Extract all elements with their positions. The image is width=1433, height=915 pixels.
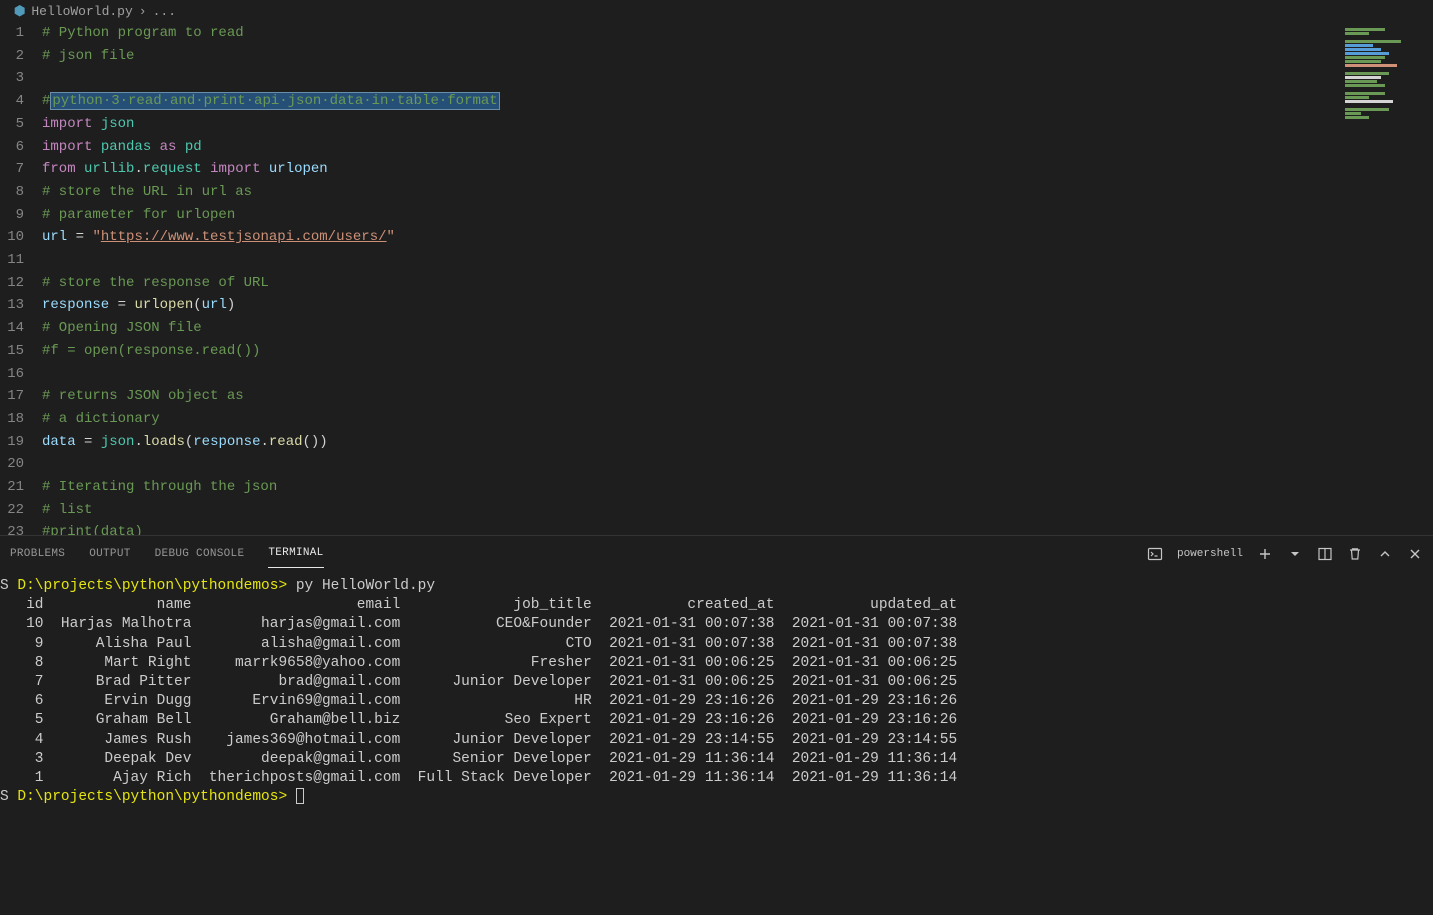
code-line[interactable] bbox=[42, 67, 1313, 90]
terminal-line: S D:\projects\python\pythondemos> py Hel… bbox=[0, 577, 1433, 596]
code-line[interactable]: # Opening JSON file bbox=[42, 317, 1313, 340]
code-line[interactable] bbox=[42, 363, 1313, 386]
line-number: 4 bbox=[0, 90, 24, 113]
terminal-line: 3 Deepak Dev deepak@gmail.com Senior Dev… bbox=[0, 750, 1433, 769]
code-line[interactable]: # returns JSON object as bbox=[42, 385, 1313, 408]
code-line[interactable]: #python·3·read·and·print·api·json·data·i… bbox=[42, 90, 1313, 113]
terminal-line: 6 Ervin Dugg Ervin69@gmail.com HR 2021-0… bbox=[0, 692, 1433, 711]
line-number: 21 bbox=[0, 476, 24, 499]
line-number: 20 bbox=[0, 453, 24, 476]
minimap[interactable] bbox=[1313, 22, 1433, 535]
line-number: 2 bbox=[0, 45, 24, 68]
panel-tabs: PROBLEMS OUTPUT DEBUG CONSOLE TERMINAL p… bbox=[0, 536, 1433, 571]
tab-terminal[interactable]: TERMINAL bbox=[268, 539, 323, 568]
code-line[interactable] bbox=[42, 453, 1313, 476]
line-number: 22 bbox=[0, 499, 24, 522]
line-number: 7 bbox=[0, 158, 24, 181]
code-line[interactable]: # a dictionary bbox=[42, 408, 1313, 431]
terminal-line: 7 Brad Pitter brad@gmail.com Junior Deve… bbox=[0, 673, 1433, 692]
terminal-shell-icon[interactable] bbox=[1147, 546, 1163, 562]
editor-area[interactable]: 1234567891011121314151617181920212223 # … bbox=[0, 22, 1433, 535]
breadcrumb-extra: ... bbox=[153, 4, 176, 19]
code-line[interactable]: #f = open(response.read()) bbox=[42, 340, 1313, 363]
code-line[interactable]: # store the response of URL bbox=[42, 272, 1313, 295]
terminal-dropdown-icon[interactable] bbox=[1287, 546, 1303, 562]
line-number: 5 bbox=[0, 113, 24, 136]
terminal-line: 1 Ajay Rich therichposts@gmail.com Full … bbox=[0, 769, 1433, 788]
line-number: 11 bbox=[0, 249, 24, 272]
code-line[interactable]: data = json.loads(response.read()) bbox=[42, 431, 1313, 454]
terminal-shell-label[interactable]: powershell bbox=[1177, 548, 1243, 560]
line-number: 13 bbox=[0, 294, 24, 317]
line-number: 19 bbox=[0, 431, 24, 454]
maximize-panel-icon[interactable] bbox=[1377, 546, 1393, 562]
line-number: 14 bbox=[0, 317, 24, 340]
line-number: 12 bbox=[0, 272, 24, 295]
code-line[interactable]: import json bbox=[42, 113, 1313, 136]
line-number: 23 bbox=[0, 521, 24, 535]
line-number: 10 bbox=[0, 226, 24, 249]
terminal-line: 4 James Rush james369@hotmail.com Junior… bbox=[0, 731, 1433, 750]
code-line[interactable] bbox=[42, 249, 1313, 272]
kill-terminal-icon[interactable] bbox=[1347, 546, 1363, 562]
minimap-content bbox=[1345, 28, 1425, 120]
tab-debug-console[interactable]: DEBUG CONSOLE bbox=[155, 540, 245, 568]
terminal-line: 10 Harjas Malhotra harjas@gmail.com CEO&… bbox=[0, 615, 1433, 634]
terminal-line: 9 Alisha Paul alisha@gmail.com CTO 2021-… bbox=[0, 635, 1433, 654]
code-content[interactable]: # Python program to read# json file #pyt… bbox=[42, 22, 1313, 535]
breadcrumb-filename: HelloWorld.py bbox=[31, 4, 132, 19]
line-number: 16 bbox=[0, 363, 24, 386]
terminal-line: id name email job_title created_at updat… bbox=[0, 596, 1433, 615]
line-number: 8 bbox=[0, 181, 24, 204]
tab-output[interactable]: OUTPUT bbox=[89, 540, 130, 568]
python-file-icon: ⬢ bbox=[14, 4, 25, 19]
line-number: 1 bbox=[0, 22, 24, 45]
breadcrumb-sep: › bbox=[139, 4, 147, 19]
breadcrumb[interactable]: ⬢ HelloWorld.py › ... bbox=[0, 0, 1433, 22]
line-number: 9 bbox=[0, 204, 24, 227]
code-line[interactable]: #print(data) bbox=[42, 521, 1313, 535]
code-line[interactable]: url = "https://www.testjsonapi.com/users… bbox=[42, 226, 1313, 249]
code-line[interactable]: # json file bbox=[42, 45, 1313, 68]
split-terminal-icon[interactable] bbox=[1317, 546, 1333, 562]
new-terminal-icon[interactable] bbox=[1257, 546, 1273, 562]
terminal-content[interactable]: S D:\projects\python\pythondemos> py Hel… bbox=[0, 571, 1433, 915]
terminal-line: S D:\projects\python\pythondemos> bbox=[0, 788, 1433, 807]
tab-problems[interactable]: PROBLEMS bbox=[10, 540, 65, 568]
line-number: 18 bbox=[0, 408, 24, 431]
line-number: 3 bbox=[0, 67, 24, 90]
terminal-line: 8 Mart Right marrk9658@yahoo.com Fresher… bbox=[0, 654, 1433, 673]
code-line[interactable]: from urllib.request import urlopen bbox=[42, 158, 1313, 181]
terminal-line: 5 Graham Bell Graham@bell.biz Seo Expert… bbox=[0, 711, 1433, 730]
code-line[interactable]: # Iterating through the json bbox=[42, 476, 1313, 499]
code-line[interactable]: # list bbox=[42, 499, 1313, 522]
code-line[interactable]: # Python program to read bbox=[42, 22, 1313, 45]
close-panel-icon[interactable] bbox=[1407, 546, 1423, 562]
code-line[interactable]: # parameter for urlopen bbox=[42, 204, 1313, 227]
code-line[interactable]: # store the URL in url as bbox=[42, 181, 1313, 204]
line-number: 17 bbox=[0, 385, 24, 408]
line-number: 15 bbox=[0, 340, 24, 363]
code-line[interactable]: import pandas as pd bbox=[42, 136, 1313, 159]
line-number-gutter: 1234567891011121314151617181920212223 bbox=[0, 22, 42, 535]
line-number: 6 bbox=[0, 136, 24, 159]
code-line[interactable]: response = urlopen(url) bbox=[42, 294, 1313, 317]
bottom-panel: PROBLEMS OUTPUT DEBUG CONSOLE TERMINAL p… bbox=[0, 535, 1433, 915]
